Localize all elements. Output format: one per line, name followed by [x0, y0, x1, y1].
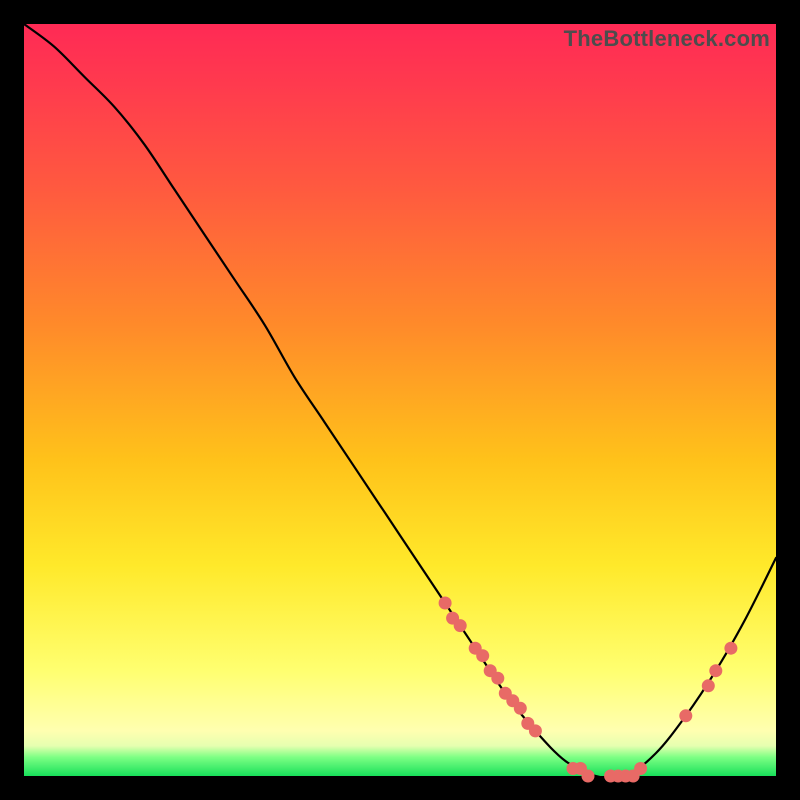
curve-marker: [724, 642, 737, 655]
curve-marker: [679, 709, 692, 722]
curve-marker: [439, 597, 452, 610]
chart-svg: [24, 24, 776, 776]
chart-frame: TheBottleneck.com: [24, 24, 776, 776]
curve-marker: [491, 672, 504, 685]
bottleneck-curve: [24, 24, 776, 778]
curve-marker: [702, 679, 715, 692]
curve-marker: [476, 649, 489, 662]
curve-markers: [439, 597, 738, 783]
curve-marker: [529, 724, 542, 737]
curve-marker: [709, 664, 722, 677]
curve-marker: [514, 702, 527, 715]
curve-marker: [634, 762, 647, 775]
curve-marker: [582, 770, 595, 783]
watermark-text: TheBottleneck.com: [564, 26, 770, 52]
curve-marker: [454, 619, 467, 632]
